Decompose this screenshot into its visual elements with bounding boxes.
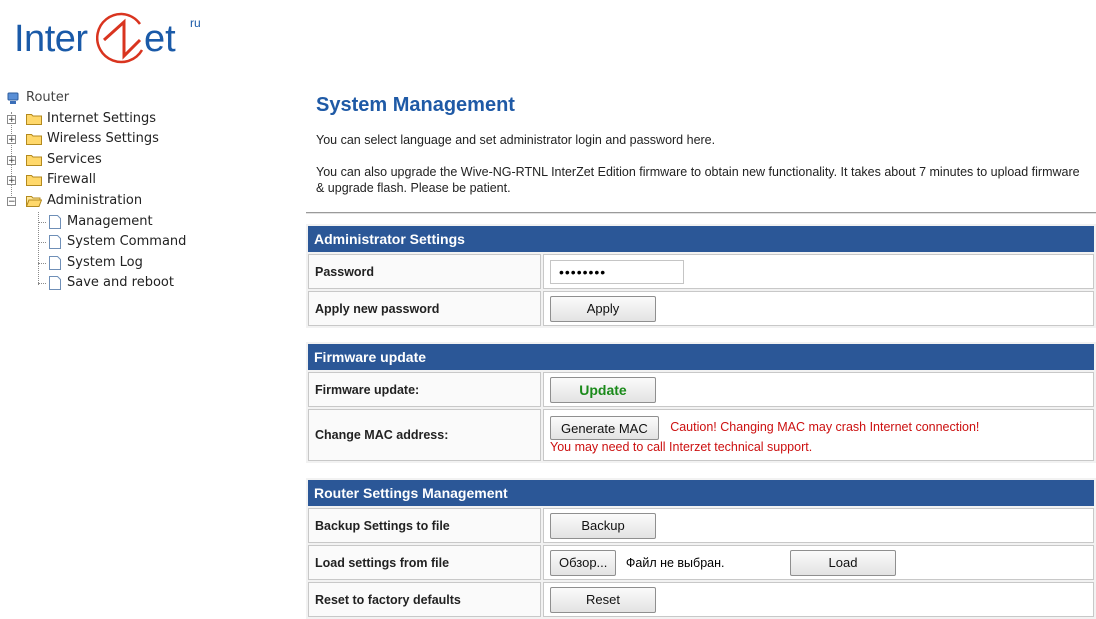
folder-icon [26,154,42,166]
tree-item-save-and-reboot[interactable]: Save and reboot [6,273,186,294]
logo-text-ru: ru [190,16,201,30]
table-row: Reset to factory defaults Reset [308,582,1094,617]
tree-folder-label: Wireless Settings [47,131,159,147]
folder-icon [26,175,42,187]
page-title: System Management [316,94,515,116]
tree-folder-label: Firewall [47,172,97,188]
apply-password-label: Apply new password [308,291,541,326]
minus-icon[interactable]: − [7,196,16,206]
firmware-update-table: Firmware update Firmware update: Update … [306,342,1096,463]
tree-folder-services[interactable]: + Services [6,150,186,171]
tree-item-label: System Command [67,234,187,250]
table-row: Firmware update: Update [308,372,1094,407]
load-settings-label: Load settings from file [308,545,541,580]
firmware-update-label: Firmware update: [308,372,541,407]
reset-button[interactable]: Reset [550,586,656,613]
password-label: Password [308,254,541,289]
reset-defaults-label: Reset to factory defaults [308,582,541,617]
router-icon [7,92,19,104]
folder-open-icon [26,195,42,207]
interzet-logo: Inter et ru [10,6,230,64]
tree-item-label: Save and reboot [67,275,174,291]
change-mac-label: Change MAC address: [308,409,541,461]
tree-folder-label: Internet Settings [47,110,157,126]
tree-item-label: System Log [67,254,143,270]
page-icon [49,276,61,291]
page-icon [49,214,61,229]
tree-root-router[interactable]: Router [6,88,186,109]
table-row: Backup Settings to file Backup [308,508,1094,543]
load-button[interactable]: Load [789,549,896,576]
tree-folder-firewall[interactable]: + Firewall [6,170,186,191]
tree-item-system-command[interactable]: System Command [6,232,186,253]
password-input[interactable] [550,259,684,284]
tree-item-label: Management [67,213,153,229]
intro-text-2: You can also upgrade the Wive-NG-RTNL In… [316,165,1080,195]
tree-folder-wireless-settings[interactable]: + Wireless Settings [6,129,186,150]
logo-text-et: et [144,18,176,60]
section-header: Router Settings Management [308,480,1094,506]
plus-icon[interactable]: + [7,155,16,165]
plus-icon[interactable]: + [7,135,16,145]
table-row: Apply new password Apply [308,291,1094,326]
section-header: Administrator Settings [308,226,1094,252]
folder-icon [26,113,42,125]
divider [306,212,1096,214]
tree-root-label: Router [26,90,70,105]
administrator-settings-table: Administrator Settings Password Apply ne… [306,224,1096,328]
tree-folder-label: Services [47,151,102,167]
tree-folder-label: Administration [47,192,143,208]
table-row: Change MAC address: Generate MAC Caution… [308,409,1094,461]
update-button[interactable]: Update [550,376,656,403]
table-row: Password [308,254,1094,289]
plus-icon[interactable]: + [7,114,16,124]
backup-settings-label: Backup Settings to file [308,508,541,543]
page-icon [49,255,61,270]
section-header: Firmware update [308,344,1094,370]
file-status-text: Файл не выбран. [625,555,725,570]
folder-icon [26,134,42,146]
generate-mac-button[interactable]: Generate MAC [550,416,659,440]
plus-icon[interactable]: + [7,176,16,186]
backup-button[interactable]: Backup [550,512,656,539]
mac-support-text: You may need to call Interzet technical … [550,440,813,454]
tree-item-system-log[interactable]: System Log [6,253,186,274]
browse-file-button[interactable]: Обзор... [550,549,617,576]
mac-caution-text: Caution! Changing MAC may crash Internet… [670,420,980,435]
intro-text-1: You can select language and set administ… [316,133,716,147]
router-settings-management-table: Router Settings Management Backup Settin… [306,478,1096,619]
logo-emblem-icon [96,12,144,64]
tree-item-management[interactable]: Management [6,212,186,233]
nav-tree: Router + Internet Settings + Wireless Se… [6,88,186,294]
tree-folder-internet-settings[interactable]: + Internet Settings [6,109,186,130]
apply-button[interactable]: Apply [550,295,656,322]
logo-text-inter: Inter [14,18,88,60]
table-row: Load settings from file Обзор... Файл не… [308,545,1094,580]
tree-folder-administration[interactable]: − Administration [6,191,186,212]
page-icon [49,235,61,250]
